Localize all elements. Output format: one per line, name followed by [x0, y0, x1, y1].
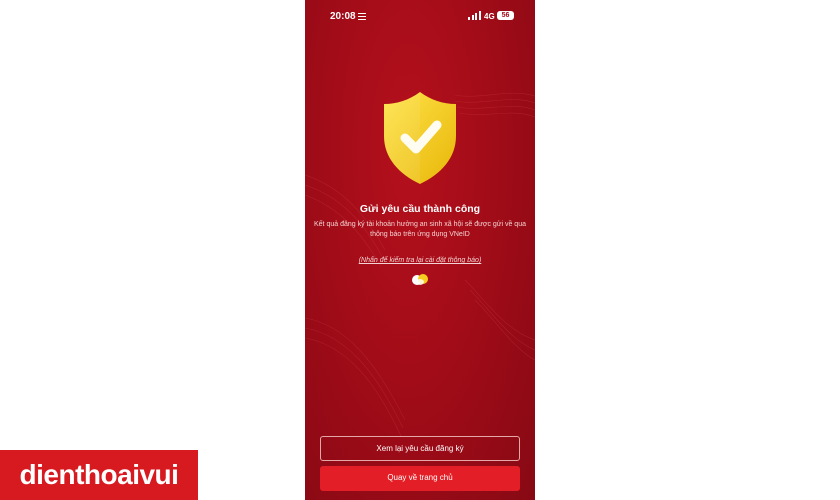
background-wave-pattern: [305, 92, 535, 437]
loading-icon: [412, 274, 428, 285]
check-notification-settings-link[interactable]: (Nhấn để kiểm tra lại cài đặt thông báo): [305, 257, 535, 264]
success-description: Kết quả đăng ký tài khoản hưởng an sinh …: [314, 221, 526, 238]
status-bar: 20:08 4G 56: [305, 0, 535, 34]
signal-icon: [468, 11, 482, 20]
shield-check-icon: [384, 92, 456, 184]
review-registration-button[interactable]: Xem lại yêu cầu đăng ký: [320, 436, 520, 461]
network-type: 4G: [484, 12, 495, 21]
success-title: Gửi yêu cầu thành công: [359, 203, 481, 215]
phone-screen: 20:08 4G 56 Gửi yêu cầu thành công Kết q…: [305, 0, 535, 500]
notification-list-icon: [358, 13, 366, 20]
go-home-button[interactable]: Quay về trang chủ: [320, 466, 520, 491]
battery-icon: 56: [497, 11, 514, 20]
status-time: 20:08: [330, 11, 356, 22]
brand-watermark: dienthoaivui: [0, 450, 198, 500]
